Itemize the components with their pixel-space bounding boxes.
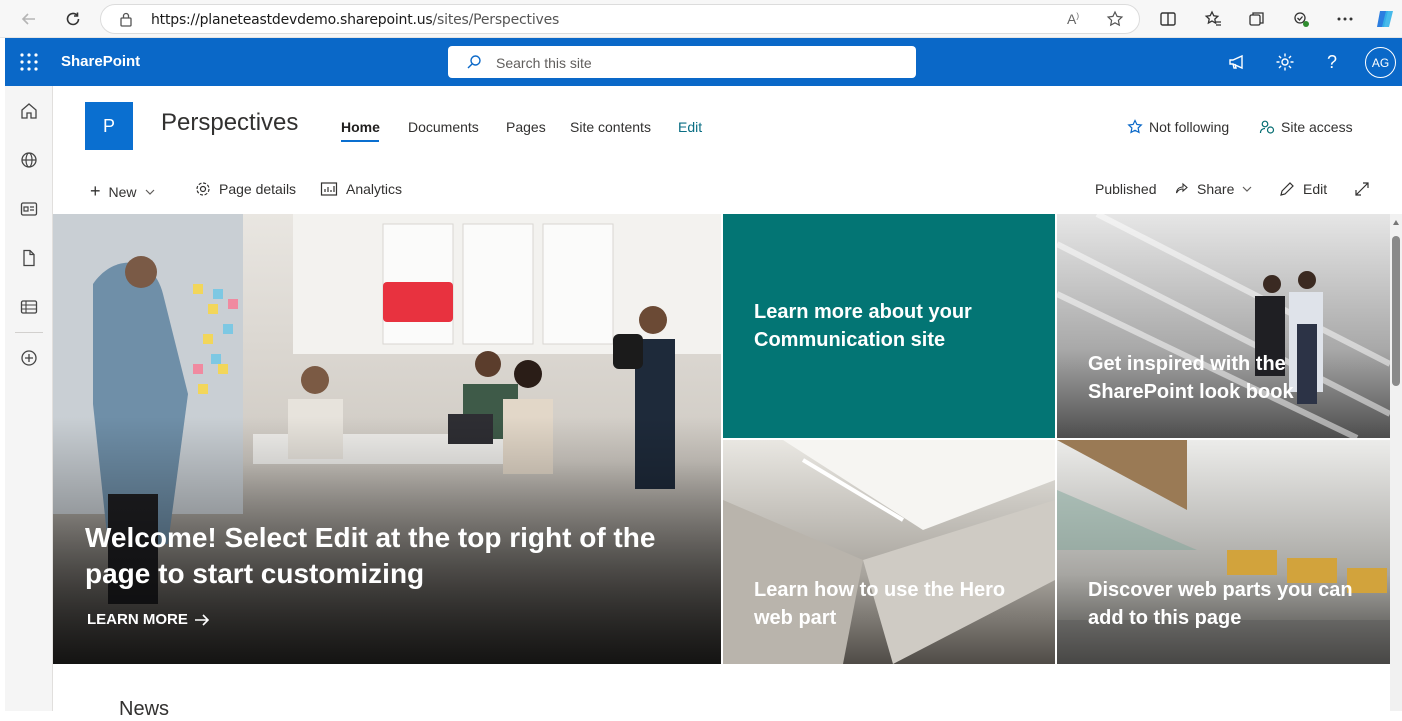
address-bar[interactable]: https://planeteastdevdemo.sharepoint.us/… [100,4,1140,34]
nav-active-indicator [341,140,379,142]
more-options-icon[interactable] [1332,7,1358,31]
page-content: P Perspectives Home Documents Pages Site… [53,86,1402,720]
site-access-label: Site access [1281,119,1353,135]
site-title[interactable]: Perspectives [161,109,298,137]
share-button[interactable]: Share [1175,181,1252,197]
new-label: New [108,183,137,200]
hero-main-tile[interactable]: Welcome! Select Edit at the top right of… [53,214,721,664]
browser-toolbar: https://planeteastdevdemo.sharepoint.us/… [0,0,1402,38]
help-icon[interactable]: ? [1320,50,1344,74]
new-button[interactable]: + New [90,181,155,202]
read-aloud-icon[interactable]: A) [1067,11,1079,27]
page-scrollbar[interactable] [1390,214,1402,711]
collections-icon[interactable] [1244,7,1270,31]
url-path: /sites/Perspectives [432,12,560,28]
rail-divider [15,332,43,333]
page-details-label: Page details [219,181,297,197]
hero-tile-communication-text: Learn more about your Communication site [754,301,972,351]
search-box[interactable]: Search this site [448,46,916,78]
file-icon[interactable] [18,247,40,269]
chevron-down-icon [145,189,154,195]
favorite-star-icon[interactable] [1106,10,1124,33]
news-heading: News [119,698,170,720]
app-launcher-icon[interactable] [19,52,39,72]
nav-documents[interactable]: Documents [408,119,479,135]
nav-pages[interactable]: Pages [506,119,546,135]
hero-tile-lookbook[interactable]: Get inspired with the SharePoint look bo… [1057,214,1390,438]
plus-icon: + [90,181,101,201]
people-access-icon [1259,120,1275,134]
create-plus-icon[interactable] [18,347,40,369]
search-placeholder: Search this site [496,55,592,71]
refresh-icon[interactable] [60,7,86,31]
site-logo[interactable]: P [85,102,133,150]
favorites-icon[interactable] [1200,7,1226,31]
home-icon[interactable] [18,100,40,122]
lock-icon [119,12,133,32]
analytics-chart-icon [320,182,338,196]
hero-main-title: Welcome! Select Edit at the top right of… [85,522,656,589]
url-text: https://planeteastdevdemo.sharepoint.us/… [151,12,559,28]
hero-tile-communication[interactable]: Learn more about your Communication site [723,214,1055,438]
expand-icon [1355,182,1369,196]
analytics-label: Analytics [346,181,403,197]
copilot-icon[interactable] [1372,7,1398,31]
hero-tile-hero-webpart[interactable]: Learn how to use the Hero web part [723,440,1055,664]
page-details-button[interactable]: Page details [195,181,296,197]
edit-label: Edit [1303,181,1328,197]
extensions-icon[interactable] [1288,7,1314,31]
nav-home[interactable]: Home [341,119,380,135]
settings-gear-icon[interactable] [1273,50,1297,74]
follow-button[interactable]: Not following [1127,119,1229,135]
site-access-button[interactable]: Site access [1259,119,1353,135]
search-icon [466,54,482,75]
publish-status: Published [1095,181,1157,197]
star-icon [1127,119,1143,134]
hero-tile-webparts[interactable]: Discover web parts you can add to this p… [1057,440,1390,664]
nav-site-contents[interactable]: Site contents [570,119,651,135]
globe-icon[interactable] [18,149,40,171]
chevron-down-icon [1242,186,1252,192]
share-label: Share [1197,181,1235,197]
arrow-right-icon [194,613,209,626]
news-icon[interactable] [18,198,40,220]
follow-label: Not following [1149,119,1230,135]
lists-icon[interactable] [18,296,40,318]
share-icon [1175,182,1188,194]
learn-more-label: LEARN MORE [87,611,188,628]
user-avatar[interactable]: AG [1365,47,1396,78]
url-host: https://planeteastdevdemo.sharepoint.us [151,12,433,28]
nav-edit[interactable]: Edit [678,119,702,135]
hero-tile-lookbook-text: Get inspired with the SharePoint look bo… [1088,353,1294,403]
pencil-icon [1280,182,1294,196]
megaphone-icon[interactable] [1225,50,1249,74]
hero-tile-hero-webpart-text: Learn how to use the Hero web part [754,579,1006,629]
brand-name[interactable]: SharePoint [61,53,140,70]
learn-more-link[interactable]: LEARN MORE [87,611,210,628]
back-icon[interactable] [16,7,42,31]
publish-status-label: Published [1095,181,1157,197]
analytics-button[interactable]: Analytics [320,181,402,197]
scroll-up-arrow-icon[interactable] [1393,220,1399,225]
left-app-rail [5,86,53,711]
expand-button[interactable] [1354,181,1370,197]
edit-page-button[interactable]: Edit [1279,181,1327,197]
suite-bar: SharePoint Search this site ? AG [5,38,1402,86]
split-screen-icon[interactable] [1155,7,1181,31]
office-meeting-photo [53,214,721,664]
gear-icon [196,182,210,196]
scrollbar-thumb[interactable] [1392,236,1400,386]
hero-tile-webparts-text: Discover web parts you can add to this p… [1088,579,1353,629]
